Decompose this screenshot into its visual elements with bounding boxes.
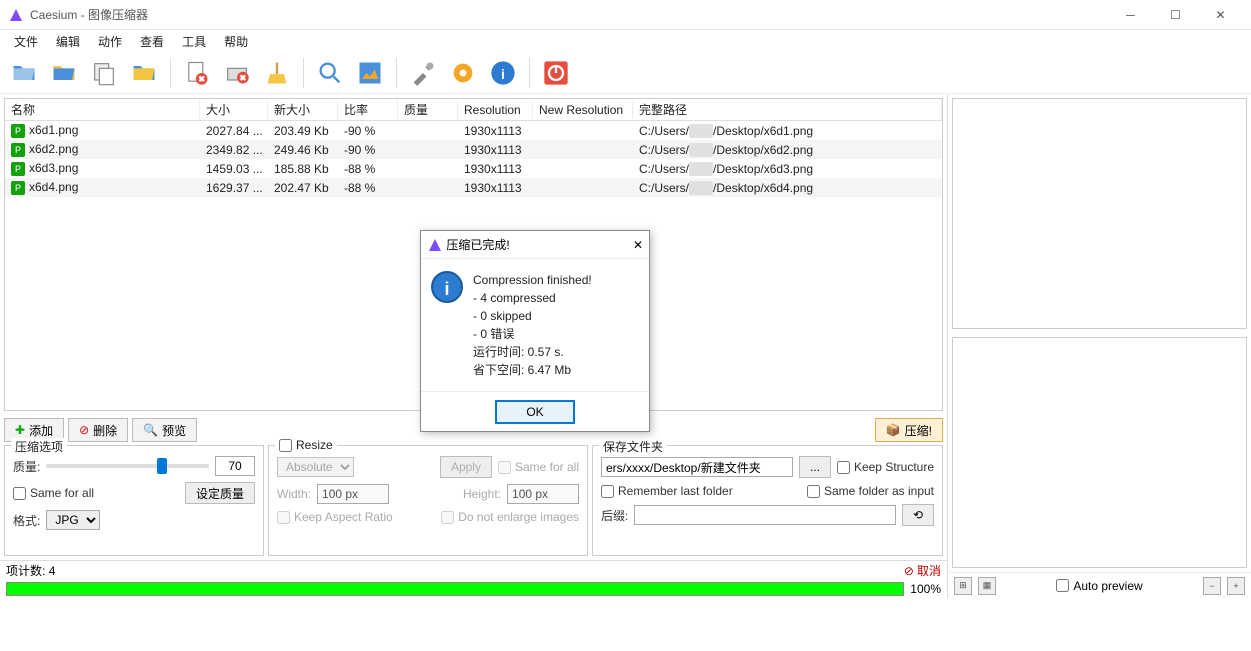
compress-panel-title: 压缩选项: [11, 438, 67, 455]
delete-file-icon[interactable]: [179, 55, 215, 91]
settings-wrench-icon[interactable]: [405, 55, 441, 91]
same-folder-checkbox[interactable]: Same folder as input: [807, 484, 934, 498]
height-label: Height:: [463, 487, 501, 501]
table-row[interactable]: Px6d2.png2349.82 ...249.46 Kb-90 %1930x1…: [5, 140, 942, 159]
quality-label: 质量:: [13, 458, 40, 475]
col-newsize[interactable]: 新大小: [268, 99, 338, 120]
zoom-in-icon[interactable]: +: [1227, 577, 1245, 595]
maximize-button[interactable]: ☐: [1153, 1, 1198, 29]
quality-input[interactable]: [215, 456, 255, 476]
svg-text:i: i: [501, 65, 505, 81]
apply-button: Apply: [440, 456, 492, 478]
table-row[interactable]: Px6d3.png1459.03 ...185.88 Kb-88 %1930x1…: [5, 159, 942, 178]
window-titlebar: Caesium - 图像压缩器 ─ ☐ ✕: [0, 0, 1251, 30]
completion-dialog: 压缩已完成! ✕ i Compression finished! - 4 com…: [420, 230, 650, 432]
format-label: 格式:: [13, 512, 40, 529]
info-icon[interactable]: i: [485, 55, 521, 91]
progress-row: 100%: [0, 580, 947, 598]
menu-edit[interactable]: 编辑: [48, 31, 88, 52]
info-icon: i: [431, 271, 463, 303]
app-icon: [8, 7, 24, 23]
power-icon[interactable]: [538, 55, 574, 91]
suffix-input[interactable]: [634, 505, 896, 525]
preview-button[interactable]: 🔍预览: [132, 418, 197, 442]
clean-icon[interactable]: [259, 55, 295, 91]
dialog-message: Compression finished! - 4 compressed - 0…: [473, 271, 592, 379]
menubar: 文件 编辑 动作 查看 工具 帮助: [0, 30, 1251, 52]
width-label: Width:: [277, 487, 311, 501]
compress-button[interactable]: 📦压缩!: [875, 418, 943, 442]
resize-same-for-all: Same for all: [498, 460, 579, 474]
delete-button[interactable]: ⊘删除: [68, 418, 128, 442]
preview-before: [952, 98, 1247, 329]
dialog-app-icon: [427, 237, 443, 253]
menu-action[interactable]: 动作: [90, 31, 130, 52]
remember-folder-checkbox[interactable]: Remember last folder: [601, 484, 733, 498]
keep-structure-checkbox[interactable]: Keep Structure: [837, 460, 934, 474]
menu-tools[interactable]: 工具: [174, 31, 214, 52]
open-folder2-icon[interactable]: [126, 55, 162, 91]
quality-slider[interactable]: [46, 464, 209, 468]
compress-panel: 压缩选项 质量: Same for all 设定质量 格式: JPG: [4, 445, 264, 556]
preview-after: [952, 337, 1247, 568]
width-input: [317, 484, 389, 504]
save-panel: 保存文件夹 ... Keep Structure Remember last f…: [592, 445, 943, 556]
minimize-button[interactable]: ─: [1108, 1, 1153, 29]
format-select[interactable]: JPG: [46, 510, 100, 530]
resize-mode-select: Absolute: [277, 457, 354, 477]
zoom-out-icon[interactable]: −: [1203, 577, 1221, 595]
table-row[interactable]: Px6d1.png2027.84 ...203.49 Kb-90 %1930x1…: [5, 121, 942, 140]
resize-checkbox[interactable]: Resize: [279, 438, 333, 452]
zoom-icon[interactable]: [312, 55, 348, 91]
original-icon[interactable]: ▦: [978, 577, 996, 595]
menu-view[interactable]: 查看: [132, 31, 172, 52]
menu-file[interactable]: 文件: [6, 31, 46, 52]
col-name[interactable]: 名称: [5, 99, 200, 120]
item-count-label: 项计数:: [6, 562, 45, 579]
status-bar: 项计数: 4 ⊘取消: [0, 560, 947, 580]
open-folder-icon[interactable]: [46, 55, 82, 91]
keep-aspect-checkbox: Keep Aspect Ratio: [277, 510, 393, 524]
settings-gear-icon[interactable]: [445, 55, 481, 91]
save-path-input[interactable]: [601, 457, 793, 477]
same-for-all-checkbox[interactable]: Same for all: [13, 486, 94, 500]
close-button[interactable]: ✕: [1198, 1, 1243, 29]
suffix-label: 后缀:: [601, 507, 628, 524]
item-count: 4: [49, 564, 56, 578]
suffix-reset-button[interactable]: ⟲: [902, 504, 934, 526]
col-res[interactable]: Resolution: [458, 101, 533, 119]
toolbar: i: [0, 52, 1251, 94]
delete-output-icon[interactable]: [219, 55, 255, 91]
no-enlarge-checkbox: Do not enlarge images: [441, 510, 579, 524]
col-path[interactable]: 完整路径: [633, 99, 942, 120]
table-header: 名称 大小 新大小 比率 质量 Resolution New Resolutio…: [5, 99, 942, 121]
preview-controls: ⊞ ▦ Auto preview − +: [948, 572, 1251, 598]
window-title: Caesium - 图像压缩器: [30, 6, 1108, 23]
ok-button[interactable]: OK: [495, 400, 575, 424]
col-quality[interactable]: 质量: [398, 99, 458, 120]
cancel-button[interactable]: ⊘取消: [904, 562, 941, 579]
progress-label: 100%: [910, 582, 941, 596]
resize-panel: Resize Absolute Apply Same for all Width…: [268, 445, 588, 556]
copy-list-icon[interactable]: [86, 55, 122, 91]
col-newres[interactable]: New Resolution: [533, 101, 633, 119]
open-file-icon[interactable]: [6, 55, 42, 91]
dialog-close-icon[interactable]: ✕: [633, 238, 643, 252]
menu-help[interactable]: 帮助: [216, 31, 256, 52]
col-ratio[interactable]: 比率: [338, 99, 398, 120]
fit-icon[interactable]: ⊞: [954, 577, 972, 595]
browse-button[interactable]: ...: [799, 456, 831, 478]
dialog-title: 压缩已完成!: [446, 236, 633, 253]
save-panel-title: 保存文件夹: [599, 438, 667, 455]
auto-preview-checkbox[interactable]: Auto preview: [1056, 579, 1142, 593]
table-row[interactable]: Px6d4.png1629.37 ...202.47 Kb-88 %1930x1…: [5, 178, 942, 197]
set-quality-button[interactable]: 设定质量: [185, 482, 255, 504]
progress-bar: [6, 582, 904, 596]
col-size[interactable]: 大小: [200, 99, 268, 120]
image-preview-icon[interactable]: [352, 55, 388, 91]
height-input: [507, 484, 579, 504]
